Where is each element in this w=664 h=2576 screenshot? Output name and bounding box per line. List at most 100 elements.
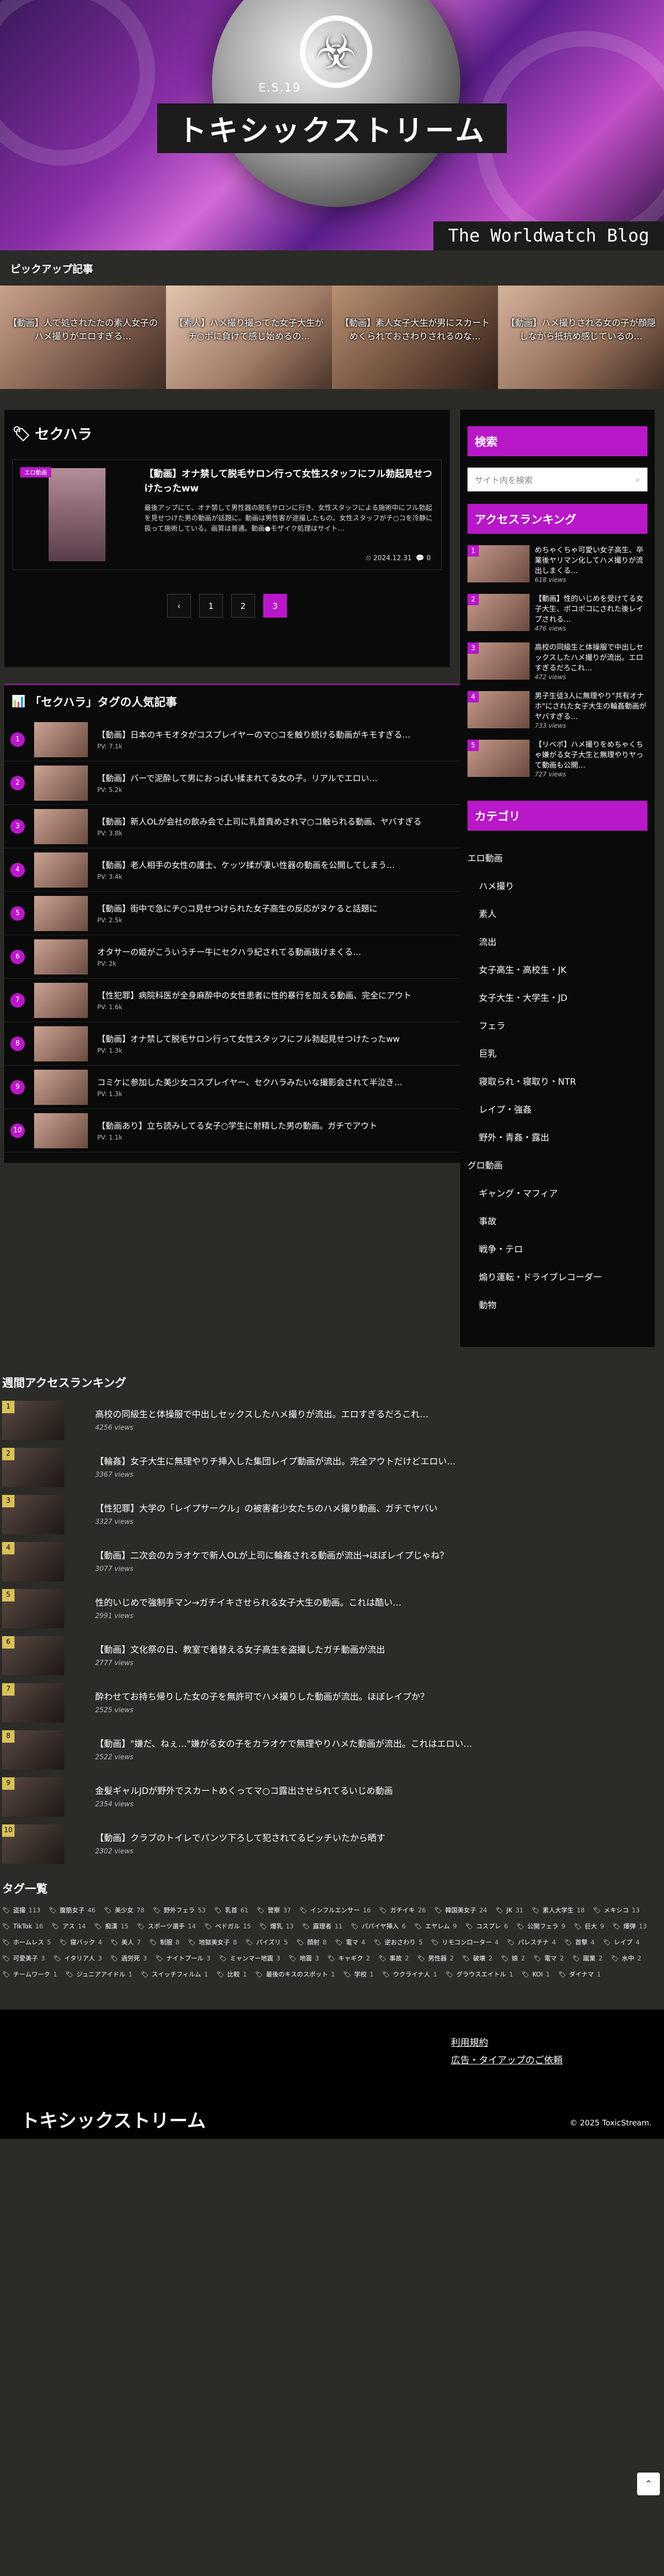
popular-thumbnail[interactable] [34, 1113, 88, 1148]
weekly-thumbnail[interactable]: 1 [2, 1400, 64, 1440]
article-title[interactable]: 【動画】オナ禁して脱毛サロン行って女性スタッフにフル勃起見せつけたったww [144, 467, 434, 496]
ranking-title[interactable]: めちゃくちゃ可愛い女子高生、卒業後ヤリマン化してハメ撮りが流出しまくる… [535, 545, 647, 576]
tag-item[interactable]: 🏷 イタリア人 3 [53, 1954, 102, 1963]
category-item[interactable]: 動物 [467, 1290, 647, 1318]
tag-item[interactable]: 🏷 チームワーク 1 [2, 1970, 57, 1979]
tag-item[interactable]: 🏷 爆乳 13 [259, 1922, 294, 1930]
tag-item[interactable]: 🏷 腹筋女子 46 [49, 1906, 96, 1914]
weekly-thumbnail[interactable]: 4 [2, 1541, 64, 1581]
weekly-title[interactable]: 【輪姦】女子大生に無理やりチ挿入した集団レイプ動画が流出。完全アウトだけどエロい… [95, 1456, 456, 1468]
weekly-title[interactable]: 【動画】文化祭の日、教室で着替える女子高生を盗撮したガチ動画が流出 [95, 1644, 385, 1656]
popular-item[interactable]: 4 【動画】老人相手の女性の護士、ケッツ揉が凄い性器の動画を公開してしまう… PV:… [4, 848, 521, 892]
ranking-thumbnail[interactable]: 2 [467, 594, 530, 631]
category-item[interactable]: 流出 [467, 927, 647, 955]
tag-item[interactable]: 🏷 公開フェラ 9 [516, 1922, 565, 1930]
weekly-thumbnail[interactable]: 2 [2, 1447, 64, 1487]
ranking-thumbnail[interactable]: 4 [467, 691, 530, 728]
tag-item[interactable]: 🏷 野外フェラ 53 [153, 1906, 206, 1914]
back-to-top-button[interactable]: ⌃ [637, 2473, 660, 2495]
weekly-title[interactable]: 【動画】二次会のカラオケで新人OLが上司に輪姦される動画が流出→ほぼレイプじゃね… [95, 1550, 448, 1562]
category-item[interactable]: 寝取られ・寝取り・NTR [467, 1067, 647, 1095]
tag-item[interactable]: 🏷 寝バック 4 [59, 1938, 102, 1946]
ranking-thumbnail[interactable]: 3 [467, 642, 530, 680]
ranking-title[interactable]: 男子生徒3人に無理やり"共有オナホ"にされた女子大生の輪姦動画がヤバすぎる… [535, 691, 647, 722]
article-thumbnail[interactable] [20, 467, 134, 562]
popular-thumbnail[interactable] [34, 982, 88, 1018]
popular-thumbnail[interactable] [34, 852, 88, 888]
weekly-thumbnail[interactable]: 5 [2, 1589, 64, 1628]
tag-item[interactable]: 🏷 アス 14 [51, 1922, 86, 1930]
popular-item[interactable]: 6 オタサーの姫がこういうチー牛にセクハラ紀されてる動画抜けまくる… PV: 2k [4, 935, 521, 979]
tag-item[interactable]: 🏷 事故 2 [379, 1954, 409, 1963]
site-header[interactable]: ☣ E.S.19 トキシックストリーム The Worldwatch Blog [0, 0, 664, 250]
pager-page-current[interactable]: 3 [263, 594, 287, 618]
tag-item[interactable]: 🏷 インフルエンサー 16 [299, 1906, 371, 1914]
weekly-thumbnail[interactable]: 3 [2, 1494, 64, 1534]
tag-item[interactable]: 🏷 レイプ 4 [603, 1938, 640, 1946]
tag-item[interactable]: 🏷 美少女 78 [104, 1906, 145, 1914]
ranking-item[interactable]: 4 男子生徒3人に無理やり"共有オナホ"にされた女子大生の輪姦動画がヤバすぎる… 7… [467, 691, 647, 740]
tag-item[interactable]: 🏷 JK 31 [495, 1906, 523, 1914]
tag-item[interactable]: 🏷 素人大学生 18 [532, 1906, 585, 1914]
tag-item[interactable]: 🏷 キャギク 2 [327, 1954, 370, 1963]
pager-page-2[interactable]: 2 [231, 594, 255, 618]
weekly-thumbnail[interactable]: 9 [2, 1777, 64, 1817]
popular-item[interactable]: 7 【性犯罪】病院科医が全身麻酔中の女性患者に性的暴行を加える動画、完全にアウト P… [4, 979, 521, 1022]
weekly-item[interactable]: 9 金髪ギャルJDが野外でスカートめくってマ○コ露出させられてるいじめ動画 2354… [0, 1773, 517, 1820]
tag-item[interactable]: 🏷 地獄美女子 8 [188, 1938, 237, 1946]
category-item[interactable]: ギャング・マフィア [467, 1178, 647, 1206]
ranking-item[interactable]: 5 【リベポ】ハメ撮りをめちゃくちゃ嫌がる女子大生と無理やりヤって動画も公開… 72… [467, 740, 647, 788]
footer-link-terms[interactable]: 利用規約 [451, 2034, 563, 2052]
tag-item[interactable]: 🏷 痴漢 15 [94, 1922, 129, 1930]
popular-title[interactable]: オタサーの姫がこういうチー牛にセクハラ紀されてる動画抜けまくる… [97, 947, 361, 958]
article-card[interactable]: エロ動画 【動画】オナ禁して脱毛サロン行って女性スタッフにフル勃起見せつけたった… [12, 459, 442, 570]
popular-title[interactable]: コミケに参加した美少女コスプレイヤー、セクハラみたいな撮影会されて半泣き… [97, 1077, 402, 1088]
category-item[interactable]: フェラ [467, 1011, 647, 1039]
weekly-thumbnail[interactable]: 8 [2, 1730, 64, 1770]
category-item[interactable]: 戦争・テロ [467, 1234, 647, 1262]
footer-title[interactable]: トキシックストリーム [21, 2106, 206, 2133]
tag-item[interactable]: 🏷 比較 1 [216, 1970, 247, 1979]
category-item[interactable]: 野外・青姦・露出 [467, 1122, 647, 1150]
popular-thumbnail[interactable] [34, 1026, 88, 1061]
popular-thumbnail[interactable] [34, 939, 88, 975]
popular-item[interactable]: 8 【動画】オナ禁して脱毛サロン行って女性スタッフにフル勃起見せつけたったww PV… [4, 1022, 521, 1066]
pickup-item[interactable]: 【動画】人で処されたたの素人女子のハメ撮りがエロすぎる… [0, 286, 166, 389]
weekly-title[interactable]: 酔わせてお持ち帰りした女の子を無許可でハメ撮りした動画が流出。ほぼレイプか？ [95, 1691, 429, 1703]
weekly-item[interactable]: 6 【動画】文化祭の日、教室で着替える女子高生を盗撮したガチ動画が流出 2777 v… [0, 1632, 517, 1679]
category-item[interactable]: 素人 [467, 899, 647, 927]
weekly-title[interactable]: 性的いじめで強制手マン→ガチイキさせられる女子大生の動画。これは酷い… [95, 1597, 401, 1609]
tag-item[interactable]: 🏷 制服 8 [149, 1938, 179, 1946]
tag-item[interactable]: 🏷 ミャンマー地震 3 [219, 1954, 280, 1963]
tag-item[interactable]: 🏷 巨大 9 [574, 1922, 604, 1930]
weekly-title[interactable]: 金髪ギャルJDが野外でスカートめくってマ○コ露出させられてるいじめ動画 [95, 1785, 393, 1798]
weekly-title[interactable]: 高校の同級生と体操服で中出しセックスしたハメ撮りが流出。エロすぎるだろこれ… [95, 1409, 428, 1421]
tag-item[interactable]: 🏷 スポーツ選手 14 [137, 1922, 195, 1930]
ranking-title[interactable]: 【動画】性的いじめを受けてる女子大生、ボコボコにされた後レイプされる… [535, 594, 647, 625]
ranking-title[interactable]: 【リベポ】ハメ撮りをめちゃくちゃ嫌がる女子大生と無理やりヤって動画も公開… [535, 740, 647, 771]
ranking-item[interactable]: 2 【動画】性的いじめを受けてる女子大生、ボコボコにされた後レイプされる… 476 … [467, 594, 647, 642]
tag-item[interactable]: 🏷 韓国美女子 24 [434, 1906, 488, 1914]
tag-item[interactable]: 🏷 TikTok 16 [2, 1922, 43, 1930]
tag-item[interactable]: 🏷 メキシコ 13 [593, 1906, 640, 1914]
tag-item[interactable]: 🏷 男性器 2 [417, 1954, 454, 1963]
tag-item[interactable]: 🏷 蹴業 2 [572, 1954, 602, 1963]
weekly-item[interactable]: 1 高校の同級生と体操服で中出しセックスしたハメ撮りが流出。エロすぎるだろこれ… 4… [0, 1397, 517, 1444]
weekly-title[interactable]: 【動画】"嫌だ、ねぇ…"嫌がる女の子をカラオケで無理やりハメた動画が流出。これは… [95, 1738, 472, 1750]
popular-title[interactable]: 【動画】街中で急にチ○コ見せつけられた女子高生の反応がヌケると話題に [97, 903, 378, 915]
tag-item[interactable]: 🏷 美人 7 [110, 1938, 141, 1946]
popular-item[interactable]: 1 【動画】日本のキモオタがコスプレイヤーのマ○コを触り続ける動画がキモすぎる… P… [4, 718, 521, 761]
category-item[interactable]: エロ動画 [467, 843, 647, 871]
tag-item[interactable]: 🏷 リモコンローター 4 [431, 1938, 499, 1946]
tag-item[interactable]: 🏷 グラウスエイトル 1 [445, 1970, 513, 1979]
ranking-title[interactable]: 高校の同級生と体操服で中出しセックスしたハメ撮りが流出。エロすぎるだろこれ… [535, 642, 647, 673]
weekly-thumbnail[interactable]: 7 [2, 1683, 64, 1723]
popular-item[interactable]: 5 【動画】街中で急にチ○コ見せつけられた女子高生の反応がヌケると話題に PV: 2… [4, 892, 521, 935]
tag-item[interactable]: 🏷 電マ 4 [335, 1938, 365, 1946]
tag-item[interactable]: 🏷 エヤレム 9 [414, 1922, 457, 1930]
popular-title[interactable]: 【動画】新人OLが会社の飲み会で上司に乳首責めされマ○コ触られる動画、ヤバすぎる [97, 816, 421, 828]
popular-thumbnail[interactable] [34, 808, 88, 844]
tag-item[interactable]: 🏷 爆弾 13 [612, 1922, 647, 1930]
category-item[interactable]: 煽り運転・ドライブレコーダー [467, 1262, 647, 1290]
category-item[interactable]: グロ動画 [467, 1150, 647, 1178]
